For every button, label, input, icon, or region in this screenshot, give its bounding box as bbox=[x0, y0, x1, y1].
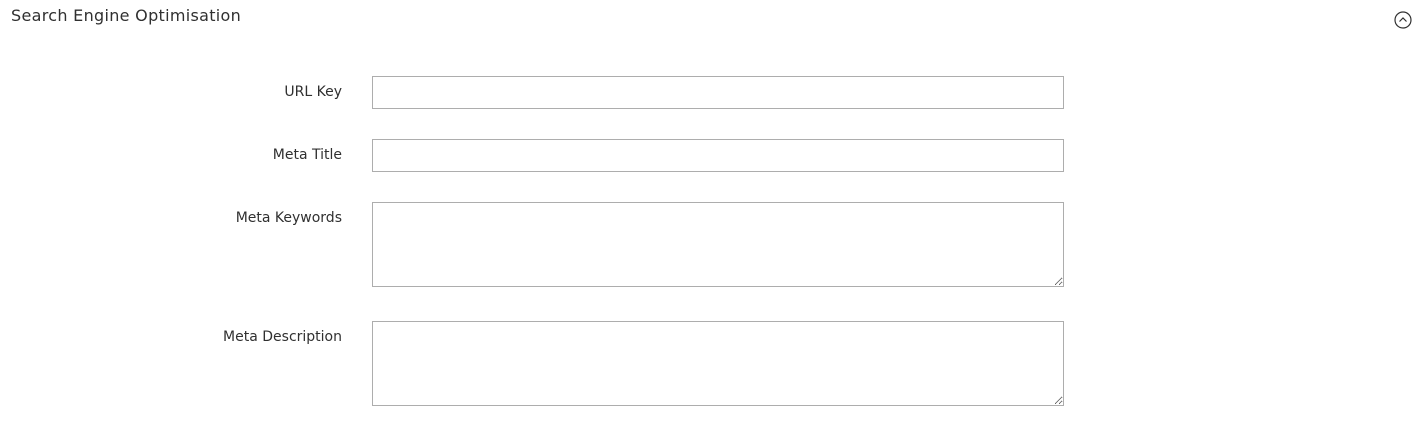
url-key-input[interactable] bbox=[372, 76, 1064, 109]
collapse-icon[interactable] bbox=[1394, 11, 1412, 29]
section-header[interactable]: Search Engine Optimisation bbox=[0, 0, 1424, 40]
meta-title-label: Meta Title bbox=[272, 147, 342, 163]
chevron-up-circle-icon bbox=[1394, 11, 1412, 29]
meta-title-input[interactable] bbox=[372, 139, 1064, 172]
meta-keywords-textarea[interactable] bbox=[372, 202, 1064, 287]
meta-keywords-label: Meta Keywords bbox=[235, 210, 342, 226]
url-key-label: URL Key bbox=[284, 84, 342, 100]
meta-description-label: Meta Description bbox=[223, 329, 342, 345]
meta-description-textarea[interactable] bbox=[372, 321, 1064, 406]
section-title: Search Engine Optimisation bbox=[11, 6, 242, 25]
